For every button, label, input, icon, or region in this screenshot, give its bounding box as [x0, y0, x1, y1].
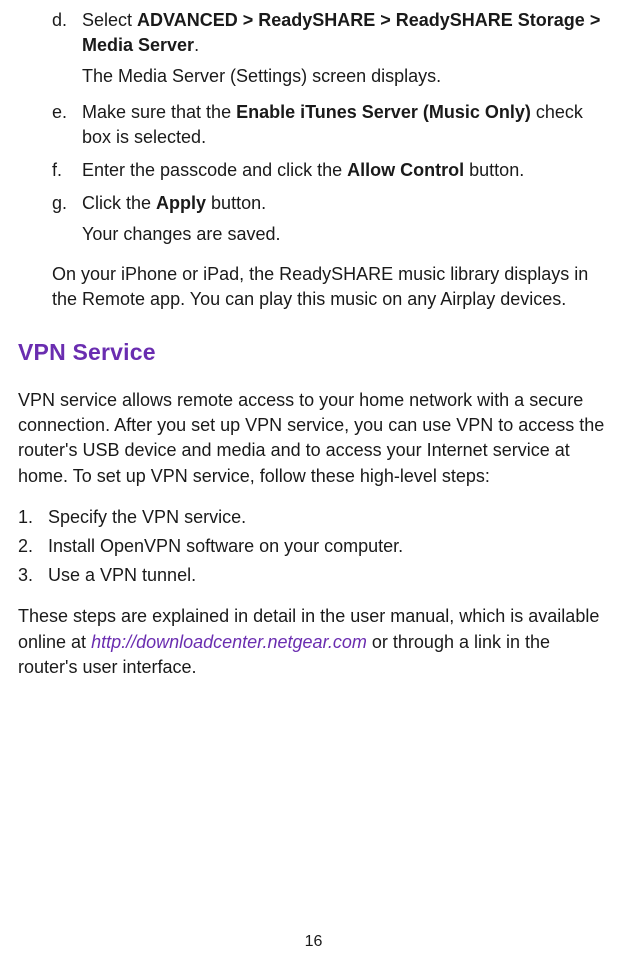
list-item: 1. Specify the VPN service. — [18, 505, 609, 530]
vpn-steps-list: 1. Specify the VPN service. 2. Install O… — [18, 505, 609, 589]
vpn-intro-paragraph: VPN service allows remote access to your… — [18, 388, 609, 489]
vpn-outro-paragraph: These steps are explained in detail in t… — [18, 604, 609, 680]
text-prefix: Select — [82, 10, 137, 30]
list-text: Use a VPN tunnel. — [48, 563, 196, 588]
step-marker: e. — [52, 100, 82, 150]
step-content: Click the Apply button. — [82, 191, 609, 216]
list-marker: 3. — [18, 563, 48, 588]
sub-step-g: g. Click the Apply button. — [18, 191, 609, 216]
list-item: 3. Use a VPN tunnel. — [18, 563, 609, 588]
button-name: Apply — [156, 193, 206, 213]
text-prefix: Make sure that the — [82, 102, 236, 122]
text-prefix: Enter the passcode and click the — [82, 160, 347, 180]
step-g-followup: Your changes are saved. — [18, 222, 609, 247]
closing-paragraph: On your iPhone or iPad, the ReadySHARE m… — [18, 262, 609, 312]
step-content: Make sure that the Enable iTunes Server … — [82, 100, 609, 150]
step-d-followup: The Media Server (Settings) screen displ… — [18, 64, 609, 89]
text-suffix: button. — [206, 193, 266, 213]
list-text: Specify the VPN service. — [48, 505, 246, 530]
button-name: Allow Control — [347, 160, 464, 180]
menu-path: ADVANCED > ReadySHARE > ReadySHARE Stora… — [82, 10, 600, 55]
step-marker: d. — [52, 8, 82, 58]
list-item: 2. Install OpenVPN software on your comp… — [18, 534, 609, 559]
step-marker: g. — [52, 191, 82, 216]
text-suffix: . — [194, 35, 199, 55]
sub-step-d: d. Select ADVANCED > ReadySHARE > ReadyS… — [18, 8, 609, 58]
list-marker: 2. — [18, 534, 48, 559]
step-content: Enter the passcode and click the Allow C… — [82, 158, 609, 183]
step-marker: f. — [52, 158, 82, 183]
section-heading-vpn: VPN Service — [18, 336, 609, 368]
list-marker: 1. — [18, 505, 48, 530]
sub-step-f: f. Enter the passcode and click the Allo… — [18, 158, 609, 183]
sub-step-e: e. Make sure that the Enable iTunes Serv… — [18, 100, 609, 150]
download-center-link[interactable]: http://downloadcenter.netgear.com — [91, 632, 367, 652]
page-number: 16 — [0, 931, 627, 953]
text-prefix: Click the — [82, 193, 156, 213]
checkbox-name: Enable iTunes Server (Music Only) — [236, 102, 531, 122]
step-content: Select ADVANCED > ReadySHARE > ReadySHAR… — [82, 8, 609, 58]
text-suffix: button. — [464, 160, 524, 180]
list-text: Install OpenVPN software on your compute… — [48, 534, 403, 559]
